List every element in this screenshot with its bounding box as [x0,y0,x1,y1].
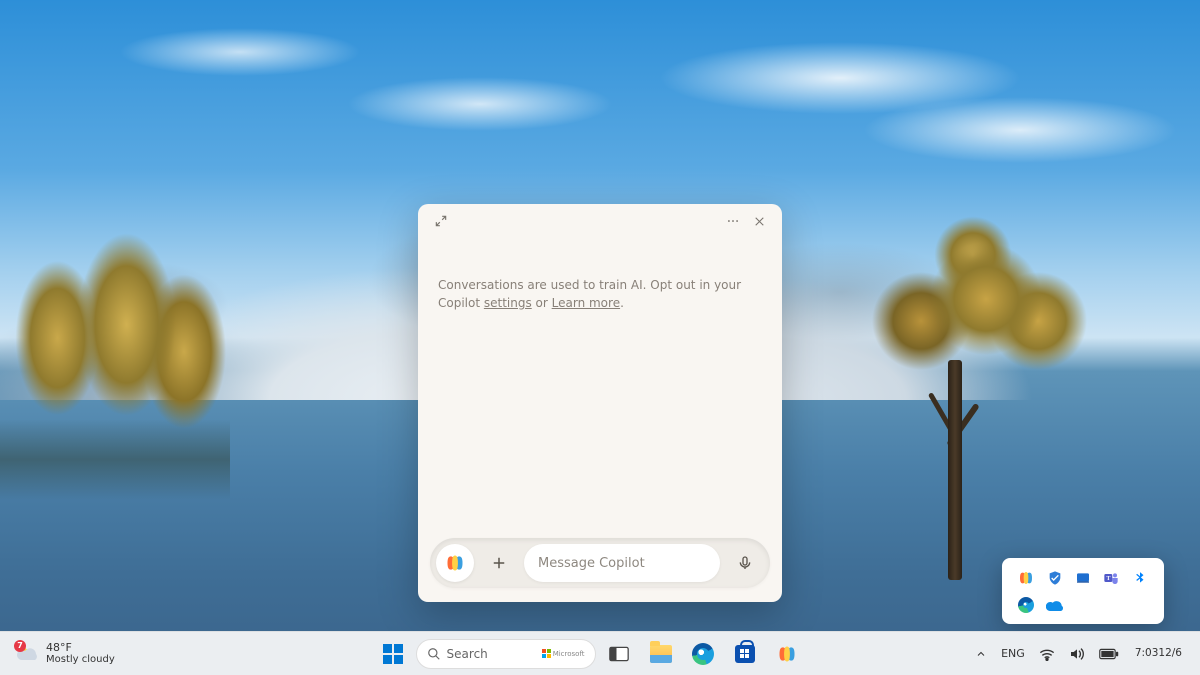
copilot-notice: Conversations are used to train AI. Opt … [418,238,782,526]
search-icon [427,647,441,661]
tray-teams-icon[interactable]: T [1099,566,1123,589]
settings-link[interactable]: settings [484,296,532,310]
tray-overflow-popup: T [1002,558,1164,624]
tray-onedrive-icon[interactable] [1042,593,1066,616]
taskbar-right: ENG 7:03 12/6 [969,635,1190,673]
copilot-input-pill [430,538,770,588]
edge-icon [692,643,714,665]
close-icon[interactable] [746,208,772,234]
clock-time: 7:03 [1135,647,1159,660]
learn-more-link[interactable]: Learn more [552,296,620,310]
taskbar-center: Search Microsoft [210,635,969,673]
tray-bluetooth-icon[interactable] [1128,566,1152,589]
tray-your-phone-icon[interactable] [1071,566,1095,589]
wifi-icon[interactable] [1033,635,1061,673]
weather-temp: 48°F [46,642,115,654]
tray-copilot-icon[interactable] [1014,566,1038,589]
tray-chevron-button[interactable] [969,635,993,673]
start-button[interactable] [374,635,412,673]
copilot-taskbar-button[interactable] [768,635,806,673]
weather-alert-badge: 7 [14,640,26,652]
clock[interactable]: 7:03 12/6 [1127,635,1190,673]
task-view-icon [609,645,629,663]
copilot-panel: Conversations are used to train AI. Opt … [418,204,782,602]
weather-desc: Mostly cloudy [46,654,115,665]
more-icon[interactable] [720,208,746,234]
search-label: Search [447,647,488,661]
windows-logo-icon [383,644,403,664]
search-box[interactable]: Search Microsoft [416,639,596,669]
store-icon [735,645,755,663]
weather-text: 48°F Mostly cloudy [46,642,115,665]
notice-text-mid: or [532,296,552,310]
copilot-brand-icon[interactable] [436,544,474,582]
copilot-header [418,204,782,238]
microphone-icon[interactable] [726,544,764,582]
microsoft-store-button[interactable] [726,635,764,673]
task-view-button[interactable] [600,635,638,673]
search-brand: Microsoft [542,649,585,658]
volume-icon[interactable] [1063,635,1091,673]
wallpaper-tree-right [830,200,1090,560]
taskbar: 7 48°F Mostly cloudy Search Microsoft [0,631,1200,675]
file-explorer-button[interactable] [642,635,680,673]
taskbar-left: 7 48°F Mostly cloudy [10,638,210,670]
wallpaper-trees-left [0,230,230,500]
svg-text:T: T [1107,576,1111,582]
edge-button[interactable] [684,635,722,673]
copilot-message-input[interactable] [538,556,706,571]
language-indicator[interactable]: ENG [995,635,1031,673]
plus-icon[interactable] [480,544,518,582]
clock-date: 12/6 [1158,647,1182,660]
weather-icon: 7 [16,642,40,666]
copilot-icon [777,644,797,664]
copilot-message-field[interactable] [524,544,720,582]
tray-security-icon[interactable] [1042,566,1066,589]
battery-icon[interactable] [1093,635,1125,673]
copilot-input-row [418,526,782,602]
file-explorer-icon [650,645,672,663]
expand-icon[interactable] [428,208,454,234]
weather-widget[interactable]: 7 48°F Mostly cloudy [10,638,121,670]
chevron-up-icon [975,648,987,660]
notice-text-end: . [620,296,624,310]
tray-edge-icon[interactable] [1014,593,1038,616]
